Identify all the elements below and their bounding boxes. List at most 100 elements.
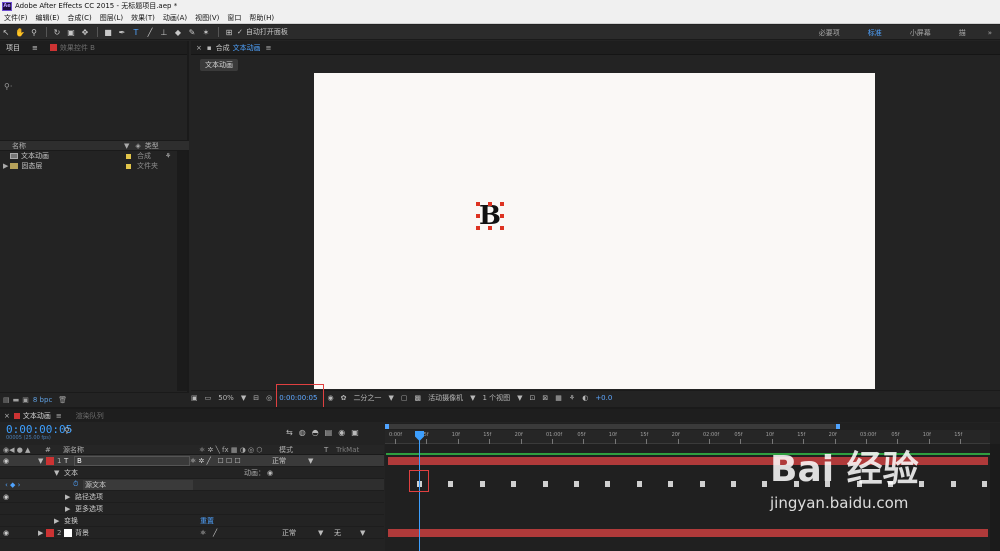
panel-menu-icon[interactable]: ≡ [56,412,76,420]
tab-effect-controls[interactable]: 效果控件 B [44,43,101,53]
list-item[interactable]: ▶ 固态层 文件夹 [0,161,189,171]
dropdown-arrow-icon[interactable]: ▼ [241,394,246,402]
pan-behind-tool-icon[interactable]: ✥ [79,26,91,38]
new-composition-icon[interactable]: ▣ [22,396,29,404]
resolution-select[interactable]: 二分之一 [353,393,381,403]
keyframe[interactable] [668,481,674,487]
tab-timeline-comp[interactable]: 文本动画 [23,411,56,421]
property-group-more-options[interactable]: ▶ 更多选项 [0,503,384,515]
bpc-label[interactable]: 8 bpc [33,396,52,404]
lock-icon[interactable]: ▪ [207,44,216,52]
zoom-select[interactable]: 50% [218,394,234,402]
pen-tool-icon[interactable]: ✒ [116,26,128,38]
tab-project[interactable]: 项目 [0,43,26,53]
dropdown-arrow-icon[interactable]: ▼ [470,394,475,402]
flowchart-icon[interactable]: ⚘ [569,394,575,402]
close-icon[interactable]: × [0,412,14,420]
local-axis-icon[interactable]: ⊞ [223,26,235,38]
trkmat-select[interactable]: 无 [334,528,360,538]
workspace-standard[interactable]: 标准 [854,28,896,38]
visibility-eye-icon[interactable]: ◉ [0,529,12,537]
bounding-handle[interactable] [476,214,480,218]
brush-tool-icon[interactable]: ╱ [144,26,156,38]
camera-snapshot-icon[interactable]: ◉ [327,394,333,402]
col-trkmat[interactable]: TrkMat [336,446,359,454]
project-scrollbar[interactable] [177,151,187,391]
col-type[interactable]: 类型 [145,141,159,151]
text-layer-preview[interactable]: B [476,201,504,231]
layer-row-text[interactable]: ◉ ▼ 1 T B ⚛ ✲ ╱ ☐ ☐ ☐ 正常 ▼ [0,455,384,467]
trash-icon[interactable]: 🗑 [58,396,67,404]
motion-blur-icon[interactable]: ◉ [338,428,345,437]
property-group-transform[interactable]: ▶ 变换 重置 [0,515,384,527]
keyframe[interactable] [479,481,485,487]
timeline-icon[interactable]: ▦ [555,394,562,402]
eraser-tool-icon[interactable]: ◆ [172,26,184,38]
new-folder-icon[interactable]: ▬ [13,396,20,404]
composition-breadcrumb[interactable]: 文本动画 [200,59,238,71]
menu-animation[interactable]: 动画(A) [159,13,191,23]
exposure-icon[interactable]: ◐ [582,394,588,402]
sort-arrow-icon[interactable]: ▼ [124,142,129,150]
comp-mini-flowchart-icon[interactable]: ⇆ [286,428,293,437]
panel-menu-icon[interactable]: ≡ [26,44,44,52]
workspace-small-screen[interactable]: 小屏幕 [896,28,945,38]
menu-window[interactable]: 窗口 [223,13,245,23]
col-mode[interactable]: 模式 [279,445,324,455]
keyframe[interactable] [762,481,768,487]
property-name[interactable]: 源文本 [83,479,193,490]
keyframe[interactable] [636,481,642,487]
pixel-aspect-icon[interactable]: ⊡ [530,394,536,402]
bounding-handle[interactable] [476,226,480,230]
work-area-start-handle[interactable] [385,424,389,429]
hand-tool-icon[interactable]: ✋ [14,26,26,38]
layer-row-background[interactable]: ◉ ▶ 2 背景 ⚛ ╱ 正常 ▼ 无 ▼ [0,527,384,539]
composition-canvas[interactable] [314,73,875,389]
clone-stamp-tool-icon[interactable]: ⊥ [158,26,170,38]
transparency-grid-icon[interactable]: ▩ [414,394,421,402]
dropdown-arrow-icon[interactable]: ▼ [360,529,365,537]
bounding-handle[interactable] [500,226,504,230]
fast-previews-icon[interactable]: ⊠ [542,394,548,402]
menu-file[interactable]: 文件(F) [0,13,32,23]
property-group-text[interactable]: ▼ 文本 动画： ◉ [0,467,384,479]
composition-tab-name[interactable]: 文本动画 [233,43,266,53]
keyframe-nav-icon[interactable]: ‹ ◆ › [0,481,40,489]
expand-arrow-icon[interactable]: ▶ [65,505,75,513]
interpret-footage-icon[interactable]: ▤ [3,396,10,404]
panel-menu-icon[interactable]: ≡ [266,44,272,52]
close-icon[interactable]: × [191,44,207,52]
keyframe[interactable] [448,481,454,487]
workspace-essentials[interactable]: 必要项 [805,28,854,38]
keyframe[interactable] [699,481,705,487]
dropdown-arrow-icon[interactable]: ▼ [318,529,334,537]
layer-switches[interactable]: ⚛ ✲ ╱ ☐ ☐ ☐ [190,457,272,465]
rectangle-tool-icon[interactable]: ■ [102,26,114,38]
menu-composition[interactable]: 合成(C) [63,13,95,23]
list-item[interactable]: 文本动画 合成 ⚘ [0,151,189,161]
bounding-handle[interactable] [488,226,492,230]
layer-mode-select[interactable]: 正常 [282,528,318,538]
stopwatch-icon[interactable]: ⏱ [73,480,83,489]
bounding-handle[interactable] [476,202,480,206]
views-select[interactable]: 1 个视图 [482,393,510,403]
dropdown-arrow-icon[interactable]: ▼ [388,394,393,402]
camera-select[interactable]: 活动摄像机 [428,393,463,403]
work-area-end-handle[interactable] [836,424,840,429]
dropdown-arrow-icon[interactable]: ▼ [308,457,313,465]
property-group-path-options[interactable]: ◉ ▶ 路径选项 [0,491,384,503]
keyframe[interactable] [511,481,517,487]
snapshot-camera-icon[interactable]: ◎ [266,394,272,402]
col-name[interactable]: 名称 [0,141,124,151]
monitor-icon[interactable]: ▭ [205,394,212,402]
animate-label[interactable]: 动画： [244,468,265,478]
bounding-handle[interactable] [488,202,492,206]
layer-label-color[interactable] [46,456,54,465]
keyframe[interactable] [542,481,548,487]
menu-layer[interactable]: 图层(L) [96,13,127,23]
always-preview-icon[interactable]: ▣ [191,394,198,402]
layer-label-color[interactable] [46,528,54,537]
puppet-tool-icon[interactable]: ✶ [200,26,212,38]
camera-tool-icon[interactable]: ▣ [65,26,77,38]
visibility-eye-icon[interactable]: ◉ [0,493,12,501]
